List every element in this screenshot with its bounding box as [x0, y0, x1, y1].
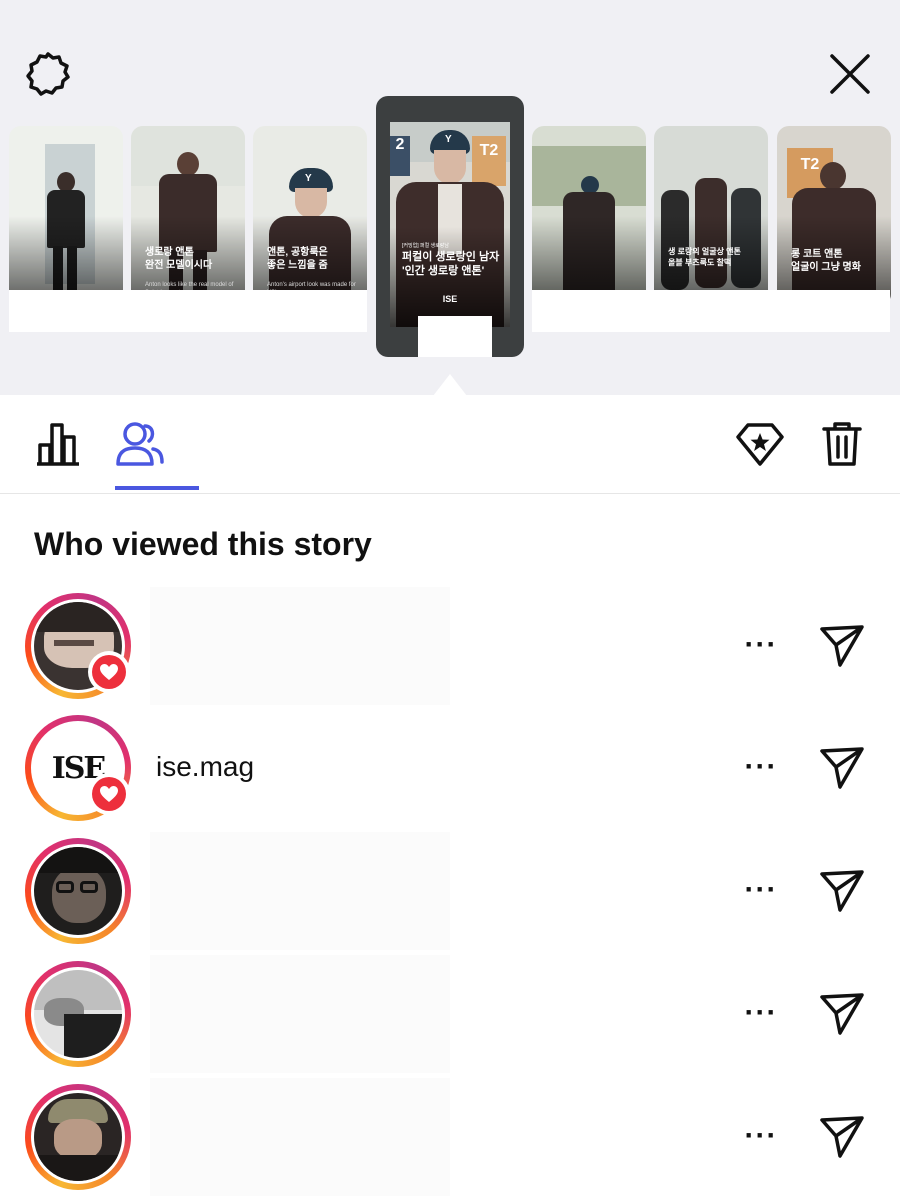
story-thumbnail[interactable]: 생 로랑의 얼굴상 앤톤 올블 부츠룩도 찰떡	[654, 126, 768, 306]
more-options-button[interactable]: ···	[736, 872, 786, 908]
send-message-button[interactable]	[812, 1108, 872, 1166]
story-caption: 퍼컬이 생로랑인 남자 '인간 생로랑 앤톤'	[402, 251, 500, 277]
story-toolbar	[0, 396, 900, 494]
hidden-username	[150, 587, 450, 705]
story-label-strip	[9, 290, 367, 332]
close-icon	[830, 54, 870, 94]
story-caption: 롱 코트 앤톤 얼굴이 그냥 명화	[791, 249, 861, 273]
story-thumbnail[interactable]: T2 롱 코트 앤톤 얼굴이 그냥 명화	[777, 126, 891, 306]
send-icon	[820, 1116, 864, 1158]
liked-badge	[88, 651, 130, 693]
story-caption: 앤톤, 공항룩은 좋은 느낌을 줌	[267, 247, 328, 271]
selected-pointer	[433, 374, 467, 396]
viewer-row[interactable]: ISE ise.mag ···	[0, 709, 900, 827]
heart-icon	[100, 786, 118, 802]
active-tab-indicator	[115, 486, 199, 490]
people-icon	[116, 422, 164, 466]
story-thumbnail[interactable]	[532, 126, 646, 306]
story-thumbnail[interactable]: Y 앤톤, 공항룩은 좋은 느낌을 줌 Anton's airport look…	[253, 126, 367, 306]
settings-button[interactable]	[18, 44, 78, 104]
send-message-button[interactable]	[812, 617, 872, 675]
story-brand-logo: ISE	[442, 294, 458, 304]
story-strip: 생로랑 앤톤 완전 모델이시다 Anton looks like the rea…	[0, 0, 900, 396]
more-options-button[interactable]: ···	[736, 749, 786, 785]
viewers-tab[interactable]	[112, 418, 168, 470]
hidden-username	[150, 955, 450, 1073]
viewer-row[interactable]: ···	[0, 587, 900, 705]
viewer-username[interactable]: ise.mag	[156, 751, 254, 783]
liked-badge	[88, 773, 130, 815]
insights-tab[interactable]	[30, 418, 86, 470]
send-icon	[820, 993, 864, 1035]
send-message-button[interactable]	[812, 862, 872, 920]
send-icon	[820, 870, 864, 912]
delete-button[interactable]	[814, 418, 870, 470]
viewer-row[interactable]: ···	[0, 832, 900, 950]
bar-chart-icon	[37, 423, 79, 466]
viewer-row[interactable]: ···	[0, 1078, 900, 1196]
gear-icon	[26, 52, 70, 96]
story-kicker: [커밍업] 퍼컬 생로랑남	[402, 243, 449, 249]
avatar[interactable]	[25, 961, 131, 1067]
avatar[interactable]	[25, 1084, 131, 1190]
story-thumbnail[interactable]	[9, 126, 123, 306]
more-options-button[interactable]: ···	[736, 995, 786, 1031]
viewer-row[interactable]: ···	[0, 955, 900, 1073]
more-options-button[interactable]: ···	[736, 1118, 786, 1154]
close-button[interactable]	[820, 44, 880, 104]
heart-icon	[100, 664, 118, 680]
story-caption: 생로랑 앤톤 완전 모델이시다	[145, 247, 213, 271]
send-icon	[820, 747, 864, 789]
send-icon	[820, 625, 864, 667]
trash-icon	[822, 422, 862, 466]
story-thumbnail[interactable]: 생로랑 앤톤 완전 모델이시다 Anton looks like the rea…	[131, 126, 245, 306]
story-caption: 생 로랑의 얼굴상 앤톤 올블 부츠룩도 찰떡	[668, 247, 741, 267]
highlight-button[interactable]	[732, 418, 788, 470]
hidden-username	[150, 832, 450, 950]
highlight-star-icon	[736, 423, 784, 466]
selected-story-thumbnail[interactable]: T2 2 Y [커밍업] 퍼컬 생로랑남 퍼컬이 생로랑인 남자 '인간 생로랑…	[376, 96, 524, 357]
hidden-username	[150, 1078, 450, 1196]
send-message-button[interactable]	[812, 739, 872, 797]
more-options-button[interactable]: ···	[736, 627, 786, 663]
viewers-section-title: Who viewed this story	[34, 526, 372, 562]
story-label-strip	[532, 290, 890, 332]
avatar[interactable]	[25, 838, 131, 944]
story-photo: T2 2 Y [커밍업] 퍼컬 생로랑남 퍼컬이 생로랑인 남자 '인간 생로랑…	[390, 122, 510, 327]
send-message-button[interactable]	[812, 985, 872, 1043]
